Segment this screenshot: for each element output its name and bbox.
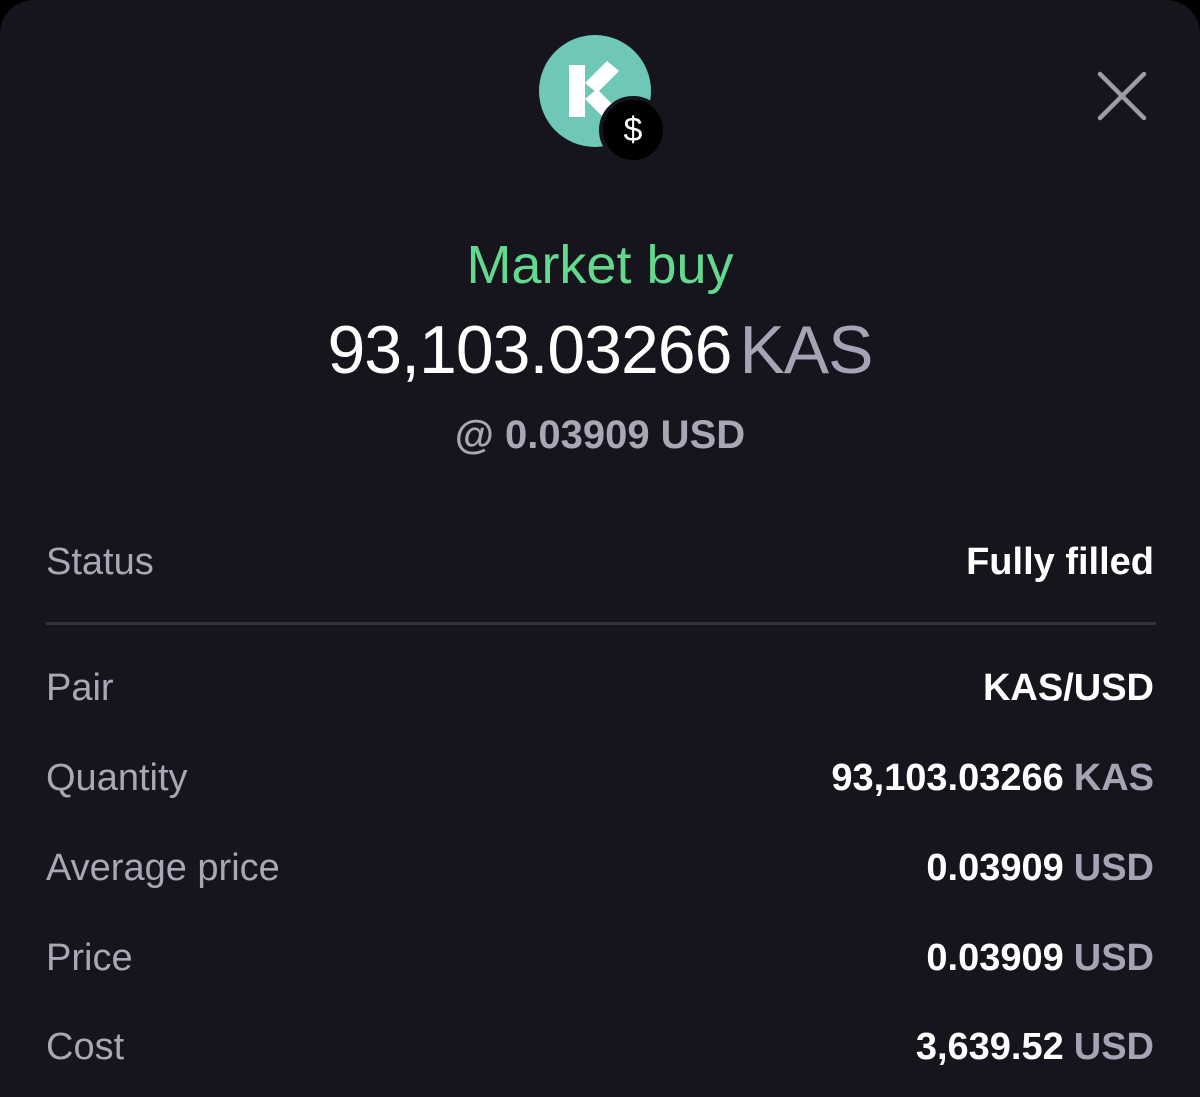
- quantity-value: 93,103.03266 KAS: [831, 757, 1154, 800]
- price-row: Price 0.03909 USD: [46, 933, 1154, 983]
- average-price-row: Average price 0.03909 USD: [46, 843, 1154, 893]
- quantity-label: Quantity: [46, 756, 188, 799]
- pair-value: KAS/USD: [982, 666, 1154, 709]
- dollar-badge-icon: $: [599, 96, 667, 164]
- average-price-value: 0.03909 USD: [926, 847, 1154, 890]
- cost-number: 3,639.52: [915, 1025, 1064, 1068]
- order-type-label: Market buy: [466, 235, 734, 295]
- order-details-sheet: $ Market buy 93,103.03266 KAS @ 0.03909 U…: [0, 0, 1200, 1097]
- price-unit: USD: [1073, 936, 1154, 979]
- quantity-number: 93,103.03266: [831, 756, 1064, 799]
- status-label: Status: [46, 540, 154, 583]
- quantity-row: Quantity 93,103.03266 KAS: [46, 753, 1154, 803]
- cost-unit: USD: [1073, 1025, 1154, 1068]
- average-price-label: Average price: [46, 846, 280, 889]
- average-price-number: 0.03909: [926, 846, 1064, 889]
- price-label: Price: [46, 936, 133, 979]
- order-amount: 93,103.03266 KAS: [0, 310, 1200, 390]
- average-price-unit: USD: [1073, 846, 1154, 889]
- cost-value: 3,639.52 USD: [916, 1026, 1154, 1069]
- status-value: Fully filled: [966, 540, 1154, 583]
- price-number: 0.03909: [926, 936, 1064, 979]
- pair-label: Pair: [46, 666, 114, 709]
- cost-label: Cost: [46, 1025, 125, 1068]
- status-row: Status Fully filled: [46, 537, 1154, 587]
- amount-value: 93,103.03266: [327, 312, 732, 388]
- close-icon[interactable]: [1092, 66, 1152, 126]
- amount-unit: KAS: [739, 312, 873, 388]
- divider: [46, 622, 1156, 625]
- order-rate: @ 0.03909 USD: [454, 413, 746, 457]
- quantity-unit: KAS: [1073, 756, 1154, 799]
- pair-row: Pair KAS/USD: [46, 663, 1154, 713]
- cost-row: Cost 3,639.52 USD: [46, 1022, 1154, 1072]
- price-value: 0.03909 USD: [926, 937, 1154, 980]
